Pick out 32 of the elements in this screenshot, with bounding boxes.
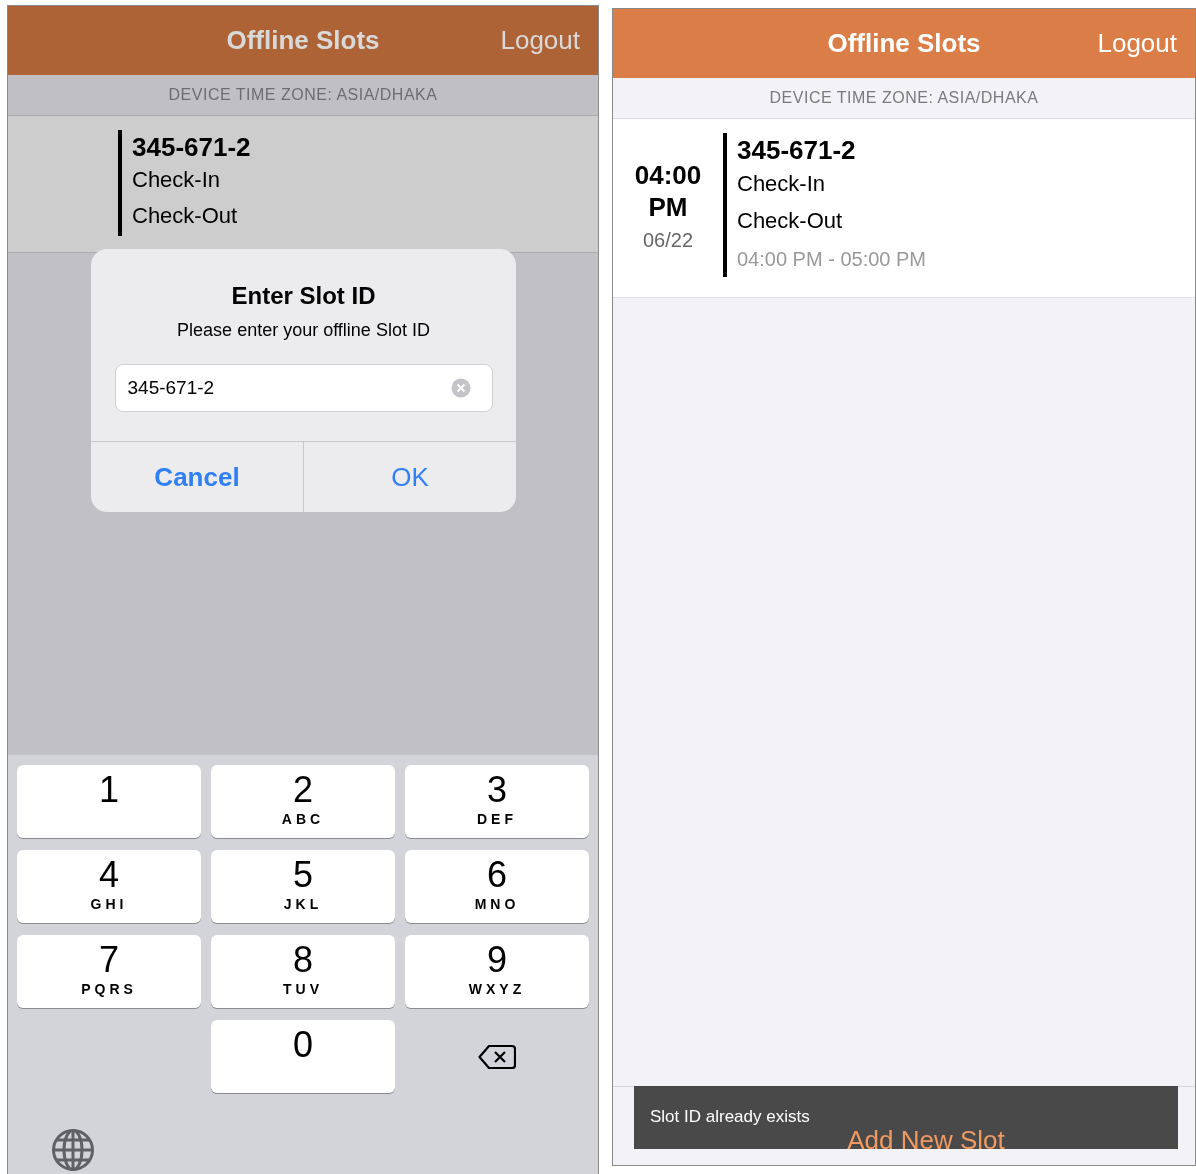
slot-time: 04:00: [634, 158, 702, 191]
slot-row[interactable]: 345-671-2 Check-In Check-Out: [8, 116, 598, 253]
keyboard-key[interactable]: 4 GHI: [17, 850, 201, 923]
keyboard-key[interactable]: 0: [211, 1020, 395, 1093]
slot-row[interactable]: 04:00 PM 06/22 345-671-2 Check-In Check-Out 04:00 PM - 05:00 PM: [613, 119, 1195, 298]
add-new-slot-button[interactable]: Add New Slot: [847, 1124, 1005, 1156]
check-in-label: Check-In: [132, 166, 222, 194]
slot-date: 06/22: [642, 228, 694, 252]
keyboard-key[interactable]: 3 DEF: [405, 765, 589, 838]
backspace-icon[interactable]: [478, 1043, 516, 1070]
dialog-message: Please enter your offline Slot ID: [177, 320, 430, 341]
keyboard-key[interactable]: 8 TUV: [211, 935, 395, 1008]
slot-period: PM: [648, 190, 688, 223]
check-out-label: Check-Out: [737, 207, 844, 235]
keyboard-key[interactable]: 5 JKL: [211, 850, 395, 923]
check-in-label: Check-In: [737, 170, 827, 198]
keyboard-key[interactable]: 6 MNO: [405, 850, 589, 923]
slot-id: 345-671-2: [737, 134, 857, 167]
keyboard-key[interactable]: 1: [17, 765, 201, 838]
timezone-label: DEVICE TIME ZONE: ASIA/DHAKA: [769, 89, 1039, 107]
check-out-label: Check-Out: [132, 202, 239, 230]
screen-title: Offline Slots: [827, 28, 981, 59]
dialog-title: Enter Slot ID: [231, 282, 376, 310]
keyboard-key[interactable]: 7 PQRS: [17, 935, 201, 1008]
keyboard-key[interactable]: 9 WXYZ: [405, 935, 589, 1008]
keyboard-key[interactable]: 2 ABC: [211, 765, 395, 838]
time-range: 04:00 PM - 05:00 PM: [737, 247, 926, 272]
screen-title: Offline Slots: [226, 25, 380, 56]
slot-id: 345-671-2: [132, 131, 251, 164]
timezone-label: DEVICE TIME ZONE: ASIA/DHAKA: [168, 86, 438, 104]
slot-id-field[interactable]: 345-671-2: [114, 364, 493, 412]
globe-icon[interactable]: [51, 1128, 95, 1172]
